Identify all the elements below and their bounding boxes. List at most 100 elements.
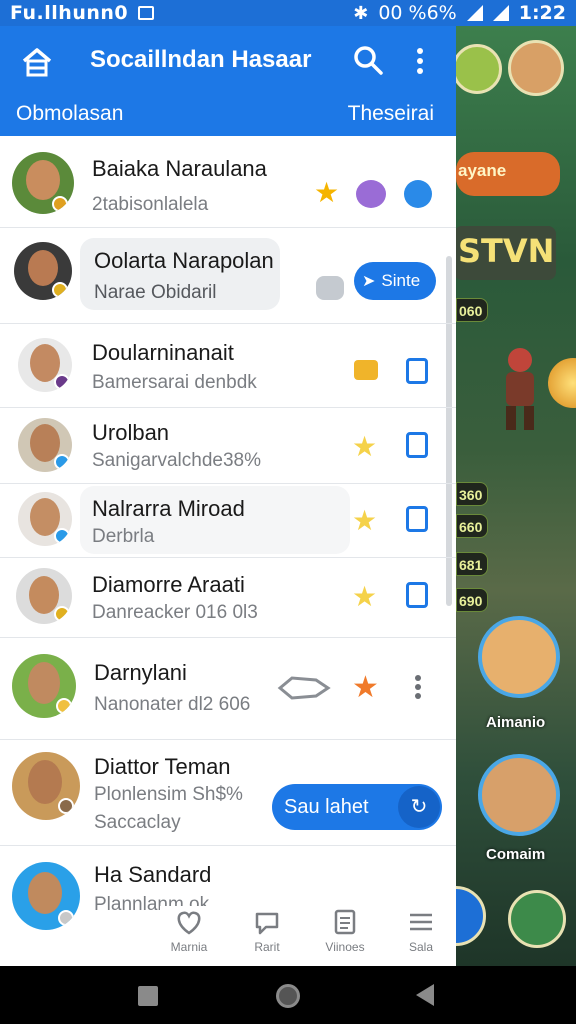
contact-card-icon[interactable] xyxy=(406,358,428,384)
bear-icon[interactable] xyxy=(356,180,386,208)
contact-row[interactable]: Diamorre Araati Danreacker 016 0l3 ★ xyxy=(0,558,456,638)
game-character xyxy=(506,348,534,430)
avatar xyxy=(18,492,72,546)
contact-name: Urolban xyxy=(92,420,170,445)
fish-icon[interactable] xyxy=(276,674,332,702)
contact-row[interactable]: Diattor Teman Plonlensim Sh$% Saccaclay … xyxy=(0,740,456,846)
contact-subtitle: 2tabisonlalela xyxy=(92,194,209,215)
contact-name: Nalrarra Miroad xyxy=(92,496,245,521)
tab-label: Sala xyxy=(408,940,434,954)
more-vert-icon[interactable] xyxy=(412,46,428,76)
score-label: 060 xyxy=(459,303,483,319)
wifi-icon xyxy=(466,5,483,21)
tab-sala[interactable]: Sala xyxy=(386,906,456,966)
status-badge xyxy=(54,528,70,544)
section-tab-left[interactable]: Obmolasan xyxy=(16,102,123,126)
contact-subtitle: Narae Obidaril xyxy=(94,282,217,303)
game-score: 060 xyxy=(456,298,488,322)
sinte-button[interactable]: ➤ Sinte xyxy=(354,262,436,300)
game-player-name: Comaim xyxy=(486,846,546,863)
bluetooth-icon: ✱ xyxy=(353,2,369,24)
tab-rarit[interactable]: Rarit xyxy=(232,906,302,966)
avatar xyxy=(12,152,74,214)
recents-button[interactable] xyxy=(138,986,158,1006)
app-bar: Socaillndan Hasaar Obmolasan Theseirai xyxy=(0,26,456,136)
status-badge xyxy=(52,282,68,298)
status-badge xyxy=(56,698,72,714)
contact-name: Diamorre Araati xyxy=(92,572,245,597)
star-icon[interactable]: ★ xyxy=(352,504,377,537)
status-bar: Fu.llhunn0 ✱ 00 %6% 1:22 xyxy=(0,0,576,26)
status-badge xyxy=(54,454,70,470)
contact-subtitle: Bamersarai denbdk xyxy=(92,372,257,393)
envelope-icon[interactable] xyxy=(354,360,378,380)
sinte-button-label: Sinte xyxy=(381,271,421,290)
contact-subtitle: Derbrla xyxy=(92,526,155,547)
contact-name: Doularninanait xyxy=(92,340,234,365)
back-button[interactable] xyxy=(416,984,434,1006)
carrier-label: Fu.llhunn0 xyxy=(10,2,129,24)
tab-label: Viinoes xyxy=(325,940,365,954)
bottom-tab-bar: Marnia Rarit Viinoes Sala xyxy=(160,906,456,966)
tab-label: Rarit xyxy=(254,940,280,954)
status-badge xyxy=(52,196,68,212)
tab-viinoes[interactable]: Viinoes xyxy=(310,906,380,966)
signal-icon xyxy=(492,5,509,21)
home-icon[interactable] xyxy=(20,46,54,80)
sau-lahet-button-label: Sau lahet xyxy=(284,795,369,818)
game-score: 681 xyxy=(456,552,488,576)
contact-subtitle: Sanigarvalchde38% xyxy=(92,450,262,471)
refresh-icon: ↻ xyxy=(398,786,440,828)
star-icon[interactable]: ★ xyxy=(352,670,379,705)
game-score: 660 xyxy=(456,514,488,538)
score-label: 681 xyxy=(459,557,483,573)
game-banner: STVN xyxy=(456,226,556,280)
score-label: 660 xyxy=(459,519,483,535)
tab-marnia[interactable]: Marnia xyxy=(154,906,224,966)
contact-name: Baiaka Naraulana xyxy=(92,156,267,181)
contact-row[interactable]: Urolban Sanigarvalchde38% ★ xyxy=(0,408,456,484)
contact-row[interactable]: Doularninanait Bamersarai denbdk xyxy=(0,324,456,408)
avatar xyxy=(16,568,72,624)
menu-icon xyxy=(410,913,432,931)
game-pill: ayane xyxy=(456,152,560,196)
battery-percent: 00 %6% xyxy=(378,2,457,24)
notification-icon xyxy=(138,6,155,20)
avatar xyxy=(18,418,72,472)
star-icon[interactable]: ★ xyxy=(352,580,377,613)
game-avatar xyxy=(456,886,486,946)
contact-row[interactable]: Darnylani Nanonater dl2 606 ★ xyxy=(0,638,456,740)
section-tab-right[interactable]: Theseirai xyxy=(348,102,434,126)
contact-card-icon[interactable] xyxy=(406,432,428,458)
contact-row[interactable]: Nalrarra Miroad Derbrla ★ xyxy=(0,484,456,558)
home-button[interactable] xyxy=(276,984,300,1008)
contact-row[interactable]: Baiaka Naraulana 2tabisonlalela ★ xyxy=(0,136,456,228)
game-score: 360 xyxy=(456,482,488,506)
sau-lahet-button[interactable]: Sau lahet ↻ xyxy=(272,784,442,830)
chat-bubble-icon[interactable] xyxy=(404,180,432,208)
bolt-icon: ➤ xyxy=(362,273,376,290)
contact-card-icon[interactable] xyxy=(406,582,428,608)
contact-list: Baiaka Naraulana 2tabisonlalela ★ Oolart… xyxy=(0,136,456,956)
search-icon[interactable] xyxy=(352,44,384,76)
tab-label: Marnia xyxy=(170,940,208,954)
contact-card-icon[interactable] xyxy=(406,506,428,532)
game-avatar xyxy=(456,44,502,94)
contacts-panel: Socaillndan Hasaar Obmolasan Theseirai B… xyxy=(0,26,456,966)
contact-row[interactable]: Oolarta Narapolan Narae Obidaril ➤ Sinte xyxy=(0,228,456,324)
game-glow xyxy=(548,358,576,408)
chat-icon xyxy=(255,912,279,935)
avatar xyxy=(12,752,80,820)
star-icon[interactable]: ★ xyxy=(352,430,377,463)
more-vert-icon[interactable] xyxy=(410,674,426,700)
app-title: Socaillndan Hasaar xyxy=(90,46,312,73)
contact-subtitle: Danreacker 016 0l3 xyxy=(92,602,258,623)
star-icon[interactable]: ★ xyxy=(314,176,339,209)
contact-subtitle: Plonlensim Sh$% xyxy=(94,784,243,805)
game-background: ayane STVN 060 360 660 681 690 Aimanio C… xyxy=(456,26,576,966)
game-pill-label: ayane xyxy=(458,161,507,180)
system-nav-bar xyxy=(0,966,576,1024)
score-label: 690 xyxy=(459,593,483,609)
clock: 1:22 xyxy=(518,2,566,24)
koala-icon[interactable] xyxy=(316,276,344,300)
